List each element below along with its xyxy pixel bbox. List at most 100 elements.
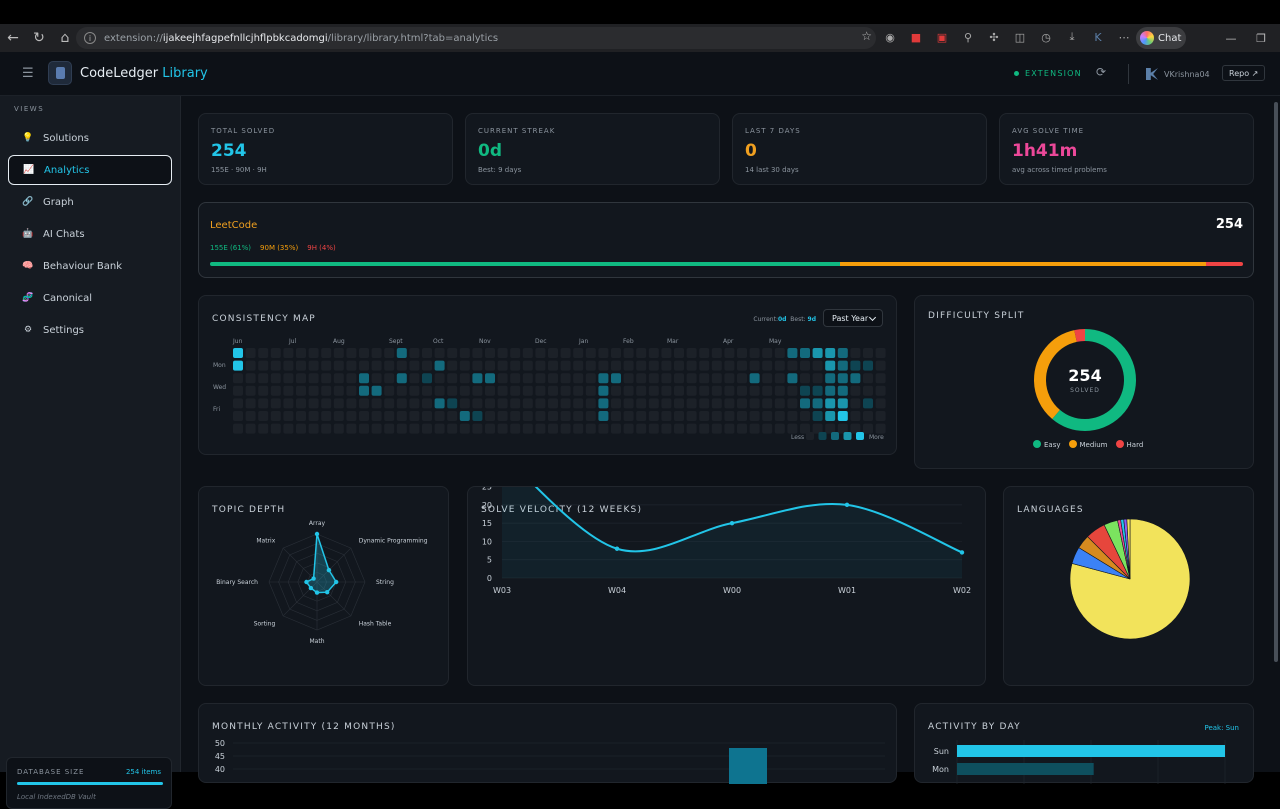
sidebar-item-behaviour-bank[interactable]: 🧠 Behaviour Bank <box>8 251 172 281</box>
chart-icon: 📈 <box>23 165 35 175</box>
heatmap-cell <box>359 423 369 434</box>
user-chip[interactable]: VKrishna04 <box>1146 68 1210 80</box>
extension-4-icon[interactable]: ⚲ <box>958 27 978 47</box>
heatmap-cell <box>522 360 533 371</box>
heatmap-cell <box>233 373 243 384</box>
heatmap-cell <box>472 360 483 371</box>
reload-icon[interactable]: ↻ <box>26 25 52 51</box>
heatmap-cell <box>296 348 306 358</box>
extension-3-icon[interactable]: ▣ <box>932 27 952 47</box>
heatmap-cell <box>359 348 369 358</box>
sidebar-item-solutions[interactable]: 💡 Solutions <box>8 123 172 153</box>
heatmap-cell <box>875 385 886 396</box>
legend-hard: Hard <box>1115 440 1143 449</box>
donut-center-label: SOLVED <box>1070 387 1100 394</box>
scrollbar-thumb[interactable] <box>1274 102 1278 662</box>
heatmap-cell <box>686 360 697 371</box>
heatmap-cell <box>522 411 533 421</box>
heatmap-cell <box>648 411 659 421</box>
heatmap-cell <box>774 385 785 396</box>
heatmap-cell <box>359 398 369 409</box>
heatmap-cell <box>270 360 281 371</box>
heatmap-cell <box>245 373 256 384</box>
chat-button[interactable]: Chat <box>1136 27 1186 49</box>
heatmap-cell <box>585 360 596 371</box>
heatmap-cell <box>510 360 521 371</box>
heatmap-cell <box>762 423 773 434</box>
download-icon[interactable]: ⤓ <box>1062 27 1082 47</box>
page-scrollbar[interactable] <box>1272 96 1280 772</box>
heatmap-cell <box>233 423 243 434</box>
url-text: extension://ijakeejhfagpefnllcjhflpbkcad… <box>104 32 499 44</box>
address-bar[interactable]: i extension://ijakeejhfagpefnllcjhflpbkc… <box>76 27 876 49</box>
restore-icon[interactable]: ❐ <box>1250 27 1272 49</box>
stat-sub: Best: 9 days <box>478 166 522 174</box>
home-icon[interactable]: ⌂ <box>52 25 78 51</box>
x-tick-label: W02 <box>953 586 971 595</box>
heatmap-cell <box>384 398 395 409</box>
extension-2-icon[interactable]: ■ <box>906 27 926 47</box>
extensions-puzzle-icon[interactable]: ✣ <box>984 27 1004 47</box>
heatmap-cell <box>535 411 546 421</box>
repo-button[interactable]: Repo ↗ <box>1222 65 1266 81</box>
sidebar-item-graph[interactable]: 🔗 Graph <box>8 187 172 217</box>
sidebar-item-ai-chats[interactable]: 🤖 AI Chats <box>8 219 172 249</box>
y-tick-label: 0 <box>487 574 492 583</box>
monthly-activity-card: MONTHLY ACTIVITY (12 MONTHS) 40 45 50 <box>198 703 897 784</box>
day-label: Wed <box>213 384 226 391</box>
heatmap-cell <box>724 385 735 396</box>
extension-1-icon[interactable]: ◉ <box>880 27 900 47</box>
refresh-icon[interactable]: ⟳ <box>1096 65 1106 79</box>
heatmap-cell <box>434 398 445 409</box>
heatmap-cell <box>699 398 710 409</box>
day-label: Mon <box>213 362 226 369</box>
minimize-icon[interactable]: — <box>1220 27 1242 49</box>
difficulty-legend: 155E (61%) 90M (35%) 9H (4%) <box>210 244 336 252</box>
sidebar-item-settings[interactable]: ⚙ Settings <box>8 315 172 345</box>
radar-point <box>311 576 316 581</box>
sidebar-item-analytics[interactable]: 📈 Analytics <box>8 155 172 185</box>
heatmap-cell <box>837 398 848 409</box>
radar-category-label: Hash Table <box>359 621 392 628</box>
site-info-icon[interactable]: i <box>84 32 96 44</box>
heatmap-cell <box>308 360 319 371</box>
history-icon[interactable]: ◷ <box>1036 27 1056 47</box>
month-label: Feb <box>623 338 634 345</box>
more-menu-icon[interactable]: ⋯ <box>1114 27 1134 47</box>
heatmap-cell <box>787 348 798 358</box>
heatmap-cell <box>459 411 470 421</box>
stat-value: 254 <box>211 141 247 161</box>
dna-icon: 🧬 <box>22 293 34 303</box>
sidebar-item-canonical[interactable]: 🧬 Canonical <box>8 283 172 313</box>
heatmap-cell <box>762 360 773 371</box>
heatmap-cell <box>623 373 634 384</box>
heatmap-cell <box>258 348 269 358</box>
menu-icon[interactable]: ☰ <box>22 66 34 81</box>
codeledger-extension-icon[interactable]: K <box>1088 27 1108 47</box>
heatmap-cell <box>485 385 495 396</box>
heatmap-cell <box>371 373 382 384</box>
heatmap-cell <box>573 373 584 384</box>
day-bar <box>957 763 1094 775</box>
month-label: Aug <box>333 338 345 345</box>
heatmap-cell <box>434 423 445 434</box>
heatmap-cell <box>875 348 886 358</box>
heatmap-cell <box>724 360 735 371</box>
heatmap-cell <box>749 423 760 434</box>
leetcode-card: LeetCode 254 155E (61%) 90M (35%) 9H (4%… <box>198 202 1254 278</box>
split-view-icon[interactable]: ◫ <box>1010 27 1030 47</box>
heatmap-cell <box>611 423 621 434</box>
heatmap-cell <box>459 385 470 396</box>
radar-point <box>326 567 332 573</box>
heatmap-cell <box>812 385 823 396</box>
back-icon[interactable]: ← <box>0 25 26 51</box>
database-size-title: DATABASE SIZE <box>17 768 85 776</box>
day-label: Fri <box>213 406 220 413</box>
heatmap-cell <box>686 385 697 396</box>
heatmap-cell <box>800 348 810 358</box>
consistency-map-card: CONSISTENCY MAP Current:0d Best: 9d Past… <box>198 295 897 455</box>
heatmap-cell <box>346 373 357 384</box>
heatmap-cell <box>787 398 798 409</box>
heatmap-cell <box>560 360 571 371</box>
bookmark-star-icon[interactable]: ☆ <box>861 29 872 43</box>
